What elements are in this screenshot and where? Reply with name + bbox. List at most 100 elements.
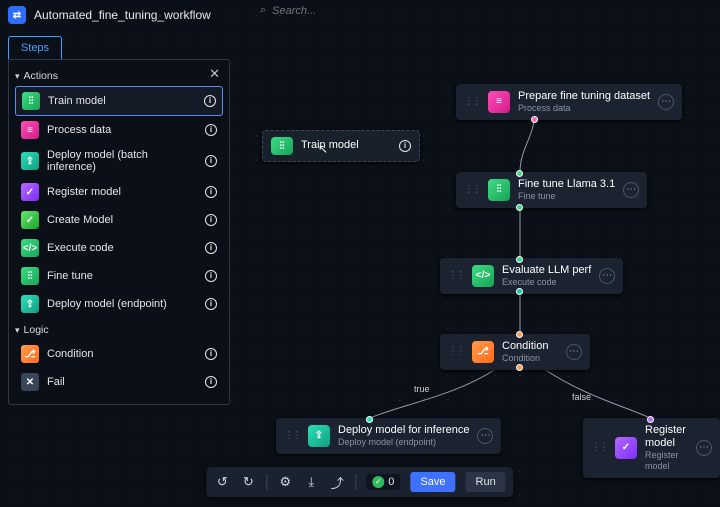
share-icon: ⇪ (21, 152, 39, 170)
node-menu-icon[interactable]: ⋯ (566, 344, 582, 360)
port-out[interactable] (516, 364, 523, 371)
step-fine-tune[interactable]: ⫶⫶ Fine tune i (15, 262, 223, 290)
node-prepare-dataset[interactable]: ⋮⋮ ≡ Prepare fine tuning dataset Process… (456, 84, 682, 120)
step-deploy-endpoint[interactable]: ⇪ Deploy model (endpoint) i (15, 290, 223, 318)
step-train-model[interactable]: ⫶⫶ Train model i (15, 86, 223, 116)
info-icon[interactable]: i (205, 214, 217, 226)
share-icon: ⇪ (21, 295, 39, 313)
port-in[interactable] (516, 170, 523, 177)
node-subtitle: Fine tune (518, 191, 615, 202)
step-condition[interactable]: ⎇ Condition i (15, 340, 223, 368)
status-indicator[interactable]: ✓ 0 (366, 474, 400, 490)
sliders-icon: ⫶⫶ (22, 92, 40, 110)
info-icon[interactable]: i (205, 155, 217, 167)
info-icon[interactable]: i (204, 95, 216, 107)
separator (266, 474, 267, 490)
info-icon[interactable]: i (205, 348, 217, 360)
node-title: Evaluate LLM perf (502, 264, 591, 277)
gear-icon[interactable]: ⚙ (277, 474, 293, 490)
port-in[interactable] (366, 416, 373, 423)
check-icon: ✓ (21, 211, 39, 229)
drag-handle-icon[interactable]: ⋮⋮ (464, 184, 480, 195)
drag-handle-icon[interactable]: ⋮⋮ (284, 430, 300, 441)
port-out[interactable] (516, 204, 523, 211)
drag-handle-icon[interactable]: ⋮⋮ (464, 96, 480, 107)
node-menu-icon[interactable]: ⋯ (623, 182, 639, 198)
status-ok-icon: ✓ (372, 476, 384, 488)
step-create-model[interactable]: ✓ Create Model i (15, 206, 223, 234)
status-count: 0 (388, 476, 394, 488)
workflow-title: Automated_fine_tuning_workflow (34, 8, 211, 22)
node-title: Fine tune Llama 3.1 (518, 178, 615, 191)
close-icon[interactable]: ✕ (209, 66, 220, 82)
info-icon[interactable]: i (399, 140, 411, 152)
node-fine-tune[interactable]: ⋮⋮ ⫶⫶ Fine tune Llama 3.1 Fine tune ⋯ (456, 172, 647, 208)
node-menu-icon[interactable]: ⋯ (696, 440, 712, 456)
node-register-model[interactable]: ⋮⋮ ✓ Register model Register model ⋯ (583, 418, 720, 478)
step-deploy-batch[interactable]: ⇪ Deploy model (batch inference) i (15, 144, 223, 178)
header-bar: ⇄ Automated_fine_tuning_workflow ⌕ (0, 0, 720, 30)
check-icon: ✓ (615, 437, 637, 459)
node-title: Train model (301, 139, 391, 152)
info-icon[interactable]: i (205, 270, 217, 282)
node-title: Prepare fine tuning dataset (518, 90, 650, 103)
node-condition[interactable]: ⋮⋮ ⎇ Condition Condition ⋯ (440, 334, 590, 370)
node-train-model-ghost[interactable]: ⫶⫶ Train model i (262, 130, 420, 162)
port-out[interactable] (516, 288, 523, 295)
node-title: Deploy model for inference (338, 424, 469, 437)
bottom-toolbar: ↺ ↻ ⚙ ⤓ ⤴ ✓ 0 Save Run (206, 467, 513, 497)
edge-label-true: true (414, 384, 430, 394)
upload-icon[interactable]: ⤴ (329, 473, 345, 492)
step-register-model[interactable]: ✓ Register model i (15, 178, 223, 206)
info-icon[interactable]: i (205, 186, 217, 198)
x-icon: ✕ (21, 373, 39, 391)
node-title: Register model (645, 424, 688, 450)
group-label: Logic (24, 324, 49, 336)
steps-panel-body: ▾ Actions ⫶⫶ Train model i ≡ Process dat… (8, 59, 230, 405)
info-icon[interactable]: i (205, 124, 217, 136)
info-icon[interactable]: i (205, 242, 217, 254)
download-icon[interactable]: ⤓ (303, 474, 319, 490)
drag-handle-icon[interactable]: ⋮⋮ (448, 346, 464, 357)
run-button[interactable]: Run (466, 472, 506, 492)
port-in[interactable] (516, 331, 523, 338)
node-subtitle: Register model (645, 450, 688, 472)
sliders-icon: ⫶⫶ (271, 137, 293, 155)
tab-steps[interactable]: Steps (8, 36, 62, 59)
node-subtitle: Deploy model (endpoint) (338, 437, 469, 448)
share-icon: ⇪ (308, 425, 330, 447)
branch-icon: ⎇ (472, 341, 494, 363)
step-fail[interactable]: ✕ Fail i (15, 368, 223, 396)
node-subtitle: Execute code (502, 277, 591, 288)
group-header-logic[interactable]: ▾ Logic (15, 318, 223, 340)
node-menu-icon[interactable]: ⋯ (599, 268, 615, 284)
workflow-icon: ⇄ (8, 6, 26, 24)
node-deploy-inference[interactable]: ⋮⋮ ⇪ Deploy model for inference Deploy m… (276, 418, 501, 454)
steps-panel: Steps ✕ ▾ Actions ⫶⫶ Train model i ≡ Pro… (8, 36, 230, 405)
undo-icon[interactable]: ↺ (214, 474, 230, 490)
group-header-actions[interactable]: ▾ Actions (15, 64, 223, 86)
search-box[interactable]: ⌕ (260, 4, 460, 17)
info-icon[interactable]: i (205, 298, 217, 310)
group-label: Actions (24, 70, 58, 82)
info-icon[interactable]: i (205, 376, 217, 388)
separator (355, 474, 356, 490)
node-evaluate[interactable]: ⋮⋮ </> Evaluate LLM perf Execute code ⋯ (440, 258, 623, 294)
port-in[interactable] (516, 256, 523, 263)
save-button[interactable]: Save (410, 472, 455, 492)
sliders-icon: ⫶⫶ (21, 267, 39, 285)
node-subtitle: Condition (502, 353, 558, 364)
search-input[interactable] (272, 5, 422, 17)
step-process-data[interactable]: ≡ Process data i (15, 116, 223, 144)
node-menu-icon[interactable]: ⋯ (477, 428, 493, 444)
redo-icon[interactable]: ↻ (240, 474, 256, 490)
port-in[interactable] (647, 416, 654, 423)
port-out[interactable] (531, 116, 538, 123)
code-icon: </> (472, 265, 494, 287)
step-execute-code[interactable]: </> Execute code i (15, 234, 223, 262)
drag-handle-icon[interactable]: ⋮⋮ (591, 442, 607, 453)
sliders-icon: ⫶⫶ (488, 179, 510, 201)
node-title: Condition (502, 340, 558, 353)
drag-handle-icon[interactable]: ⋮⋮ (448, 270, 464, 281)
node-menu-icon[interactable]: ⋯ (658, 94, 674, 110)
